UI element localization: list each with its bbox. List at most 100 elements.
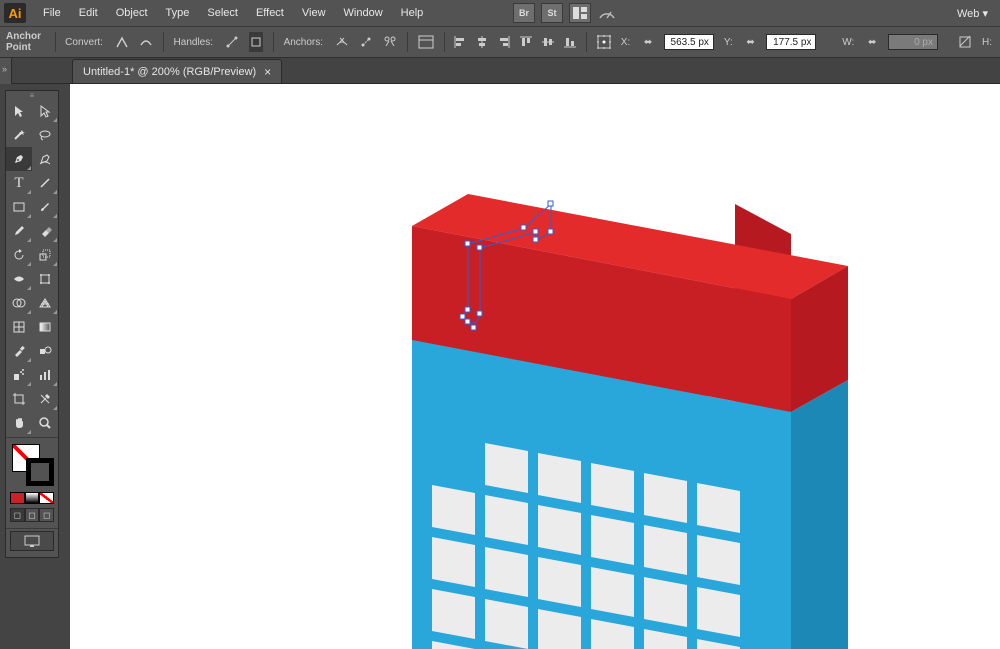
symbol-sprayer-tool[interactable] <box>6 363 32 387</box>
cut-path-icon <box>383 35 397 49</box>
align-center-h-button[interactable] <box>476 32 488 52</box>
type-tool[interactable]: T <box>6 171 32 195</box>
show-handles-button[interactable] <box>225 32 239 52</box>
rectangle-tool[interactable] <box>6 195 32 219</box>
align-center-v-button[interactable] <box>542 32 554 52</box>
screen-mode-button[interactable] <box>10 531 54 551</box>
width-tool[interactable] <box>6 267 32 291</box>
eraser-tool[interactable] <box>32 219 58 243</box>
remove-anchor-button[interactable] <box>335 32 349 52</box>
menu-help[interactable]: Help <box>392 7 433 19</box>
pixel-snap-button[interactable] <box>958 32 972 52</box>
scale-icon <box>38 248 52 262</box>
pen-tool[interactable] <box>6 147 32 171</box>
width-icon <box>12 272 26 286</box>
artboard-tool[interactable] <box>6 387 32 411</box>
align-left-icon <box>454 36 466 48</box>
menu-window[interactable]: Window <box>335 7 392 19</box>
arrange-documents-button[interactable] <box>569 3 591 23</box>
screen-mode-icon <box>24 535 40 547</box>
slice-tool[interactable] <box>32 387 58 411</box>
graph-icon <box>38 368 52 382</box>
draw-normal[interactable]: ◻ <box>10 508 25 522</box>
fill-stroke-gadget[interactable] <box>10 442 54 488</box>
zoom-icon <box>38 416 52 430</box>
menu-view[interactable]: View <box>293 7 335 19</box>
x-link-icon[interactable]: ⬌ <box>642 32 654 52</box>
lasso-tool[interactable] <box>32 123 58 147</box>
wh-link-icon[interactable]: ⬌ <box>866 32 878 52</box>
mesh-tool[interactable] <box>6 315 32 339</box>
corner-point-icon <box>115 35 129 49</box>
menu-type[interactable]: Type <box>157 7 199 19</box>
stock-button[interactable]: St <box>541 3 563 23</box>
artboard-icon <box>12 392 26 406</box>
smooth-point-icon <box>139 35 153 49</box>
menu-edit[interactable]: Edit <box>70 7 107 19</box>
gpu-preview-icon[interactable] <box>597 3 617 23</box>
zoom-tool[interactable] <box>32 411 58 435</box>
menu-select[interactable]: Select <box>198 7 247 19</box>
workspace-switcher[interactable]: Web ▾ <box>949 7 996 20</box>
direct-selection-tool[interactable] <box>32 99 58 123</box>
color-mode-gradient[interactable] <box>25 492 40 504</box>
rotate-tool[interactable] <box>6 243 32 267</box>
pencil-tool[interactable] <box>6 219 32 243</box>
align-bottom-button[interactable] <box>564 32 576 52</box>
isolate-button[interactable] <box>418 32 434 52</box>
paintbrush-tool[interactable] <box>32 195 58 219</box>
selection-icon <box>12 104 26 118</box>
perspective-grid-tool[interactable] <box>32 291 58 315</box>
hide-handles-icon <box>249 35 263 49</box>
artwork-calendar <box>300 114 1000 649</box>
convert-corner-button[interactable] <box>115 32 129 52</box>
control-bar: Anchor Point Convert: Handles: Anchors: … <box>0 26 1000 58</box>
color-mode-none[interactable] <box>39 492 54 504</box>
y-input[interactable] <box>766 34 816 50</box>
x-label: X: <box>621 37 630 48</box>
convert-smooth-button[interactable] <box>139 32 153 52</box>
align-left-button[interactable] <box>454 32 466 52</box>
w-input <box>888 34 938 50</box>
show-handles-icon <box>225 35 239 49</box>
remove-anchor-icon <box>335 35 349 49</box>
free-transform-tool[interactable] <box>32 267 58 291</box>
eyedropper-tool[interactable] <box>6 339 32 363</box>
document-tab-strip: Untitled-1* @ 200% (RGB/Preview) × <box>0 58 1000 84</box>
document-tab[interactable]: Untitled-1* @ 200% (RGB/Preview) × <box>72 59 282 83</box>
menu-effect[interactable]: Effect <box>247 7 293 19</box>
align-top-button[interactable] <box>520 32 532 52</box>
align-right-button[interactable] <box>498 32 510 52</box>
menu-object[interactable]: Object <box>107 7 157 19</box>
curvature-tool[interactable] <box>32 147 58 171</box>
tab-close-button[interactable]: × <box>264 65 271 79</box>
selection-tool[interactable] <box>6 99 32 123</box>
line-segment-tool[interactable] <box>32 171 58 195</box>
shape-builder-tool[interactable] <box>6 291 32 315</box>
transform-reference-button[interactable] <box>597 32 611 52</box>
stroke-swatch[interactable] <box>26 458 54 486</box>
magic-wand-tool[interactable] <box>6 123 32 147</box>
scale-tool[interactable] <box>32 243 58 267</box>
draw-inside[interactable]: ◻ <box>39 508 54 522</box>
color-mode-color[interactable] <box>10 492 25 504</box>
connect-anchor-button[interactable] <box>359 32 373 52</box>
hand-tool[interactable] <box>6 411 32 435</box>
hide-handles-button[interactable] <box>249 32 263 52</box>
tools-panel: T <box>5 90 59 558</box>
draw-behind[interactable]: ◻ <box>25 508 40 522</box>
tools-grip[interactable] <box>6 91 58 99</box>
mesh-icon <box>12 320 26 334</box>
align-bottom-icon <box>564 36 576 48</box>
gradient-tool[interactable] <box>32 315 58 339</box>
menu-file[interactable]: File <box>34 7 70 19</box>
lasso-icon <box>38 128 52 142</box>
column-graph-tool[interactable] <box>32 363 58 387</box>
collapsed-panel-dock[interactable] <box>0 58 12 84</box>
x-input[interactable] <box>664 34 714 50</box>
y-link-icon[interactable]: ⬌ <box>745 32 757 52</box>
blend-tool[interactable] <box>32 339 58 363</box>
cut-path-button[interactable] <box>383 32 397 52</box>
canvas[interactable] <box>70 84 1000 649</box>
bridge-button[interactable]: Br <box>513 3 535 23</box>
